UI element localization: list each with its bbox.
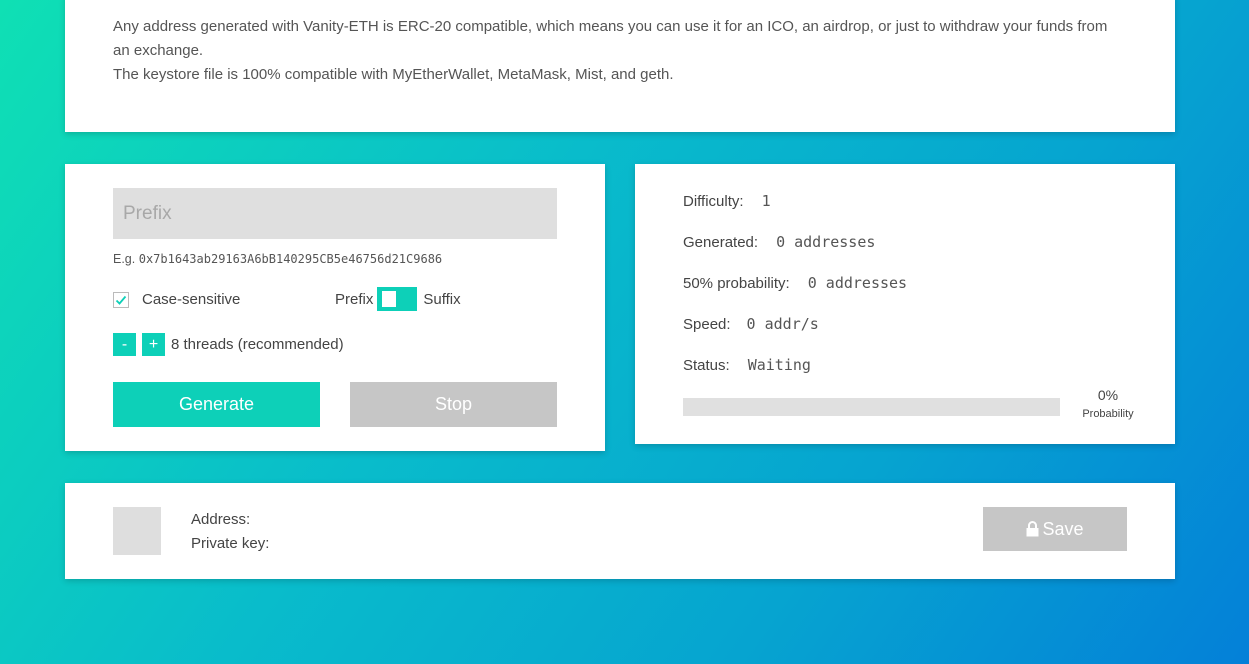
difficulty-label: Difficulty:	[683, 193, 744, 210]
status-label: Status:	[683, 357, 730, 374]
decrease-threads-button[interactable]: -	[113, 333, 136, 356]
suffix-option-label: Suffix	[423, 290, 461, 308]
speed-label: Speed:	[683, 316, 731, 333]
example-hint: E.g. 0x7b1643ab29163A6bB140295CB5e46756d…	[113, 252, 442, 266]
probability50-label: 50% probability:	[683, 275, 790, 292]
save-label: Save	[1042, 518, 1084, 539]
identicon	[113, 507, 161, 555]
stop-button[interactable]: Stop	[350, 382, 557, 427]
threads-label: 8 threads (recommended)	[171, 336, 344, 353]
difficulty-stat: Difficulty: 1	[683, 192, 771, 210]
progress-percent: 0%	[1097, 387, 1119, 403]
stats-card: Difficulty: 1 Generated: 0 addresses 50%…	[635, 164, 1175, 444]
increase-threads-button[interactable]: +	[142, 333, 165, 356]
status-stat: Status: Waiting	[683, 356, 811, 374]
progress-caption: Probability	[1082, 408, 1134, 420]
status-value: Waiting	[747, 356, 811, 374]
example-label: E.g.	[113, 252, 139, 266]
case-sensitive-row[interactable]: Case-sensitive	[113, 291, 240, 308]
difficulty-value: 1	[761, 192, 771, 210]
result-card: Address: Private key: Save	[65, 483, 1175, 579]
input-card: E.g. 0x7b1643ab29163A6bB140295CB5e46756d…	[65, 164, 605, 451]
example-address: 0x7b1643ab29163A6bB140295CB5e46756d21C96…	[138, 252, 443, 266]
check-icon	[115, 295, 127, 305]
generated-stat: Generated: 0 addresses	[683, 233, 875, 251]
intro-card: Any address generated with Vanity-ETH is…	[65, 0, 1175, 132]
prefix-input[interactable]	[113, 188, 557, 239]
probability50-stat: 50% probability: 0 addresses	[683, 274, 907, 292]
prefix-suffix-switch-row: Prefix Suffix	[335, 287, 461, 311]
generate-button[interactable]: Generate	[113, 382, 320, 427]
lock-icon	[1026, 521, 1039, 537]
threads-row: - + 8 threads (recommended)	[113, 333, 344, 356]
save-button[interactable]: Save	[983, 507, 1127, 551]
toggle-knob	[382, 291, 397, 307]
prefix-option-label: Prefix	[335, 290, 374, 308]
generated-value: 0 addresses	[776, 233, 876, 251]
private-key-label: Private key:	[191, 535, 270, 552]
intro-keystore-text: The keystore file is 100% compatible wit…	[113, 66, 674, 83]
probability-progress-bar	[683, 398, 1060, 416]
prefix-suffix-toggle[interactable]	[377, 287, 418, 311]
case-sensitive-label: Case-sensitive	[142, 291, 241, 308]
probability50-value: 0 addresses	[807, 274, 908, 292]
generated-label: Generated:	[683, 234, 759, 251]
case-sensitive-checkbox[interactable]	[113, 291, 129, 308]
intro-compat-text: Any address generated with Vanity-ETH is…	[113, 18, 1108, 59]
speed-value: 0 addr/s	[746, 315, 819, 333]
address-label: Address:	[191, 511, 251, 528]
speed-stat: Speed: 0 addr/s	[683, 315, 819, 333]
